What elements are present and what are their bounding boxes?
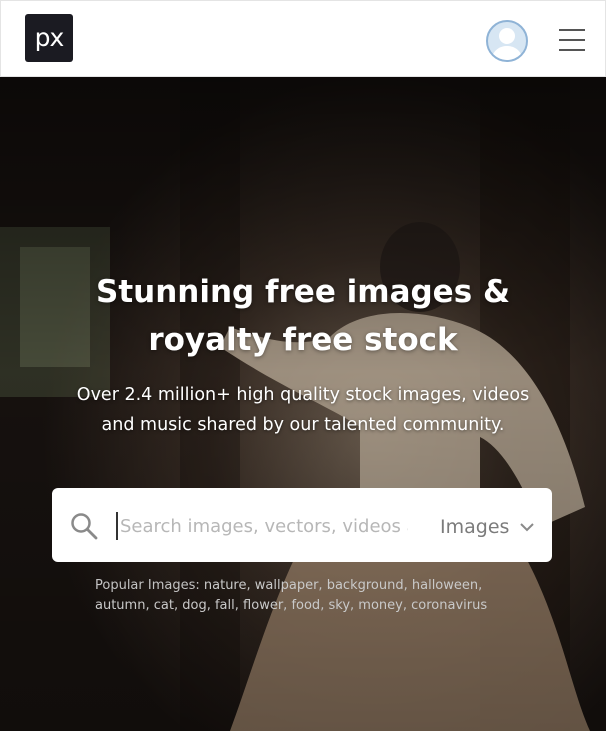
popular-tag-dog[interactable]: dog xyxy=(182,598,206,613)
popular-tag-nature[interactable]: nature xyxy=(204,578,247,593)
popular-tag-wallpaper[interactable]: wallpaper xyxy=(255,578,319,593)
user-avatar-icon[interactable] xyxy=(486,20,528,62)
popular-tag-flower[interactable]: flower xyxy=(243,598,283,613)
popular-searches: Popular Images: nature, wallpaper, backg… xyxy=(95,578,488,613)
popular-tag-fall[interactable]: fall xyxy=(215,598,235,613)
hamburger-menu-icon[interactable] xyxy=(559,29,589,53)
hero-title-line-2: royalty free stock xyxy=(148,322,458,358)
hero-title-line-1: Stunning free images & xyxy=(96,274,510,310)
hero-section: Stunning free images & royalty free stoc… xyxy=(0,77,606,731)
popular-tag-money[interactable]: money xyxy=(358,598,403,613)
popular-tag-food[interactable]: food xyxy=(291,598,320,613)
chevron-down-icon xyxy=(520,523,535,532)
top-header: px xyxy=(0,0,606,77)
search-type-label: Images xyxy=(440,516,510,538)
search-type-dropdown[interactable]: Images xyxy=(440,512,535,542)
hero-subtitle: Over 2.4 million+ high quality stock ima… xyxy=(40,380,566,440)
search-input[interactable] xyxy=(116,512,408,540)
popular-tag-coronavirus[interactable]: coronavirus xyxy=(411,598,487,613)
popular-tag-cat[interactable]: cat xyxy=(154,598,174,613)
hero-title: Stunning free images & royalty free stoc… xyxy=(0,268,606,364)
popular-tag-background[interactable]: background xyxy=(327,578,404,593)
search-icon[interactable] xyxy=(70,512,98,540)
popular-tag-autumn[interactable]: autumn xyxy=(95,598,145,613)
hero-subtitle-line-1: Over 2.4 million+ high quality stock ima… xyxy=(76,385,530,405)
popular-tag-halloween[interactable]: halloween xyxy=(412,578,478,593)
pixabay-logo[interactable]: px xyxy=(25,14,73,62)
popular-tag-sky[interactable]: sky xyxy=(328,598,350,613)
search-bar: Images xyxy=(52,488,552,562)
popular-label: Popular Images: xyxy=(95,578,200,593)
hero-subtitle-line-2: and music shared by our talented communi… xyxy=(101,415,505,435)
